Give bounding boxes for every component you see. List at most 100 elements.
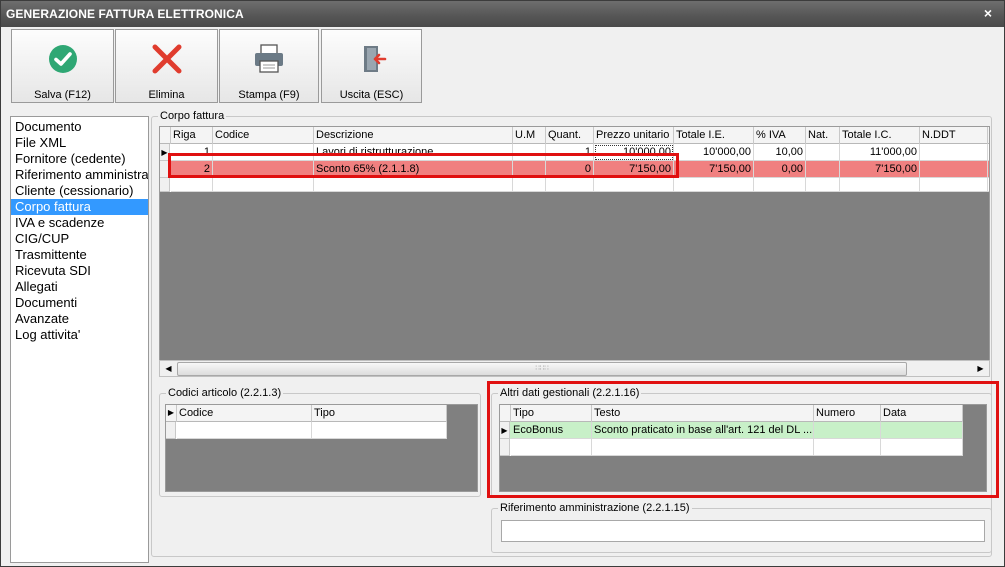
cell-um[interactable] <box>513 161 546 178</box>
cell-nddt[interactable] <box>920 161 988 178</box>
new-cell[interactable] <box>513 178 546 192</box>
cell-data[interactable] <box>881 422 963 439</box>
new-cell[interactable] <box>988 178 989 192</box>
col-codice[interactable]: Codice <box>213 127 314 144</box>
codici-articolo-grid[interactable]: ▶ Codice Tipo <box>165 404 478 492</box>
new-cell[interactable] <box>594 178 674 192</box>
sidebar-item-avanzate[interactable]: Avanzate <box>11 311 148 327</box>
cell-totale-ie[interactable]: 10'000,00 <box>674 144 754 161</box>
col-data[interactable]: Data <box>881 405 963 422</box>
cell-nat[interactable] <box>806 161 840 178</box>
sidebar-item-file-xml[interactable]: File XML <box>11 135 148 151</box>
col-numero[interactable]: Numero <box>814 405 881 422</box>
sidebar-item-cig-cup[interactable]: CIG/CUP <box>11 231 148 247</box>
save-button[interactable]: Salva (F12) <box>11 29 114 103</box>
new-cell[interactable] <box>840 178 920 192</box>
cell-quant[interactable]: 0 <box>546 161 594 178</box>
col-nat[interactable]: Nat. <box>806 127 840 144</box>
table-row-highlighted[interactable]: 2 Sconto 65% (2.1.1.8) 0 7'150,00 7'150,… <box>160 161 989 178</box>
sidebar-item-log-attivita[interactable]: Log attivita' <box>11 327 148 343</box>
scroll-right-icon[interactable]: ▶ <box>973 362 988 376</box>
sidebar-item-documento[interactable]: Documento <box>11 119 148 135</box>
horizontal-scrollbar[interactable]: ◀ ∷∷∷ ▶ <box>159 360 990 377</box>
delete-button[interactable]: Elimina <box>115 29 218 103</box>
cell-totale-ic[interactable]: 11'000,00 <box>840 144 920 161</box>
sidebar-item-fornitore[interactable]: Fornitore (cedente) <box>11 151 148 167</box>
cell-descrizione[interactable]: Sconto 65% (2.1.1.8) <box>314 161 513 178</box>
sidebar-item-iva-scadenze[interactable]: IVA e scadenze <box>11 215 148 231</box>
cell-iva[interactable]: 10,00 <box>754 144 806 161</box>
sidebar-item-corpo-fattura[interactable]: Corpo fattura <box>11 199 148 215</box>
new-cell[interactable] <box>546 178 594 192</box>
new-cell[interactable] <box>806 178 840 192</box>
col-prezzo-unitario[interactable]: Prezzo unitario <box>594 127 674 144</box>
cell-d[interactable] <box>988 144 989 161</box>
table-row[interactable]: ▶ 1 Lavori di ristrutturazione 1 10'000,… <box>160 144 989 161</box>
cell-totale-ie[interactable]: 7'150,00 <box>674 161 754 178</box>
new-cell[interactable] <box>754 178 806 192</box>
cell-prezzo-unitario[interactable]: 7'150,00 <box>594 161 674 178</box>
col-um[interactable]: U.M <box>513 127 546 144</box>
sidebar-item-allegati[interactable]: Allegati <box>11 279 148 295</box>
exit-button[interactable]: Uscita (ESC) <box>321 29 422 103</box>
cell-nddt[interactable] <box>920 144 988 161</box>
col-riga[interactable]: Riga <box>171 127 213 144</box>
sidebar-item-ricevuta-sdi[interactable]: Ricevuta SDI <box>11 263 148 279</box>
new-cell[interactable] <box>881 439 963 456</box>
cell-totale-ic[interactable]: 7'150,00 <box>840 161 920 178</box>
cell-tipo[interactable]: EcoBonus <box>511 422 592 439</box>
col-nddt[interactable]: N.DDT <box>920 127 988 144</box>
new-cell[interactable] <box>171 178 213 192</box>
table-new-row[interactable] <box>160 178 989 192</box>
altri-new-row[interactable] <box>500 439 963 456</box>
cell-riga[interactable]: 2 <box>171 161 213 178</box>
new-cell[interactable] <box>920 178 988 192</box>
new-cell[interactable] <box>312 422 447 439</box>
col-codice[interactable]: Codice <box>177 405 312 422</box>
new-cell[interactable] <box>674 178 754 192</box>
sidebar-item-trasmittente[interactable]: Trasmittente <box>11 247 148 263</box>
sidebar-item-cliente[interactable]: Cliente (cessionario) <box>11 183 148 199</box>
col-totale-ic[interactable]: Totale I.C. <box>840 127 920 144</box>
cell-quant[interactable]: 1 <box>546 144 594 161</box>
cell-riga[interactable]: 1 <box>171 144 213 161</box>
cell-descrizione[interactable]: Lavori di ristrutturazione <box>314 144 513 161</box>
col-testo[interactable]: Testo <box>592 405 814 422</box>
codici-new-row[interactable] <box>166 422 447 439</box>
new-row-indicator <box>500 439 510 456</box>
cell-testo[interactable]: Sconto praticato in base all'art. 121 de… <box>592 422 814 439</box>
corpo-fattura-grid[interactable]: Riga Codice Descrizione U.M Quant. Prezz… <box>159 126 990 361</box>
cell-d[interactable] <box>988 161 989 178</box>
new-cell[interactable] <box>592 439 814 456</box>
sidebar-item-riferimento-amministrazione[interactable]: Riferimento amministrazione <box>11 167 148 183</box>
col-tipo[interactable]: Tipo <box>511 405 592 422</box>
row-indicator <box>160 161 170 178</box>
scroll-thumb[interactable]: ∷∷∷ <box>177 362 907 376</box>
close-icon[interactable]: × <box>980 5 996 21</box>
cell-numero[interactable] <box>814 422 881 439</box>
col-quant[interactable]: Quant. <box>546 127 594 144</box>
col-tipo[interactable]: Tipo <box>312 405 447 422</box>
table-row[interactable]: ▶ EcoBonus Sconto praticato in base all'… <box>500 422 963 439</box>
cell-iva[interactable]: 0,00 <box>754 161 806 178</box>
new-cell[interactable] <box>814 439 881 456</box>
cell-nat[interactable] <box>806 144 840 161</box>
altri-dati-grid[interactable]: Tipo Testo Numero Data ▶ EcoBonus Sconto… <box>499 404 987 492</box>
cell-codice[interactable] <box>213 144 314 161</box>
cell-um[interactable] <box>513 144 546 161</box>
sidebar-item-documenti[interactable]: Documenti <box>11 295 148 311</box>
scroll-left-icon[interactable]: ◀ <box>161 362 176 376</box>
cell-codice[interactable] <box>213 161 314 178</box>
new-cell[interactable] <box>177 422 312 439</box>
header-corner <box>500 405 511 422</box>
new-cell[interactable] <box>314 178 513 192</box>
new-cell[interactable] <box>213 178 314 192</box>
col-d[interactable]: D <box>988 127 989 144</box>
riferimento-amministrazione-input[interactable] <box>501 520 985 542</box>
col-iva[interactable]: % IVA <box>754 127 806 144</box>
col-totale-ie[interactable]: Totale I.E. <box>674 127 754 144</box>
col-descrizione[interactable]: Descrizione <box>314 127 513 144</box>
cell-prezzo-unitario[interactable]: 10'000,00 <box>594 144 674 161</box>
new-cell[interactable] <box>511 439 592 456</box>
print-button[interactable]: Stampa (F9) <box>219 29 319 103</box>
